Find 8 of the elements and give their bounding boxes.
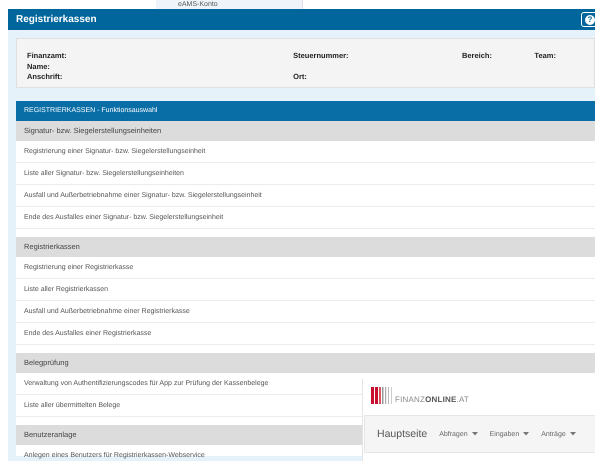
nav-item[interactable]: Hauptseite	[377, 428, 428, 440]
caret-icon	[570, 432, 576, 436]
window-title: Registrierkassen	[16, 14, 97, 25]
bars-logo-icon	[371, 387, 393, 404]
logo-text: FINANZONLINE.AT	[395, 395, 469, 404]
caret-icon	[472, 432, 478, 436]
help-button[interactable]: ?	[581, 12, 595, 27]
caret-icon	[523, 432, 530, 436]
